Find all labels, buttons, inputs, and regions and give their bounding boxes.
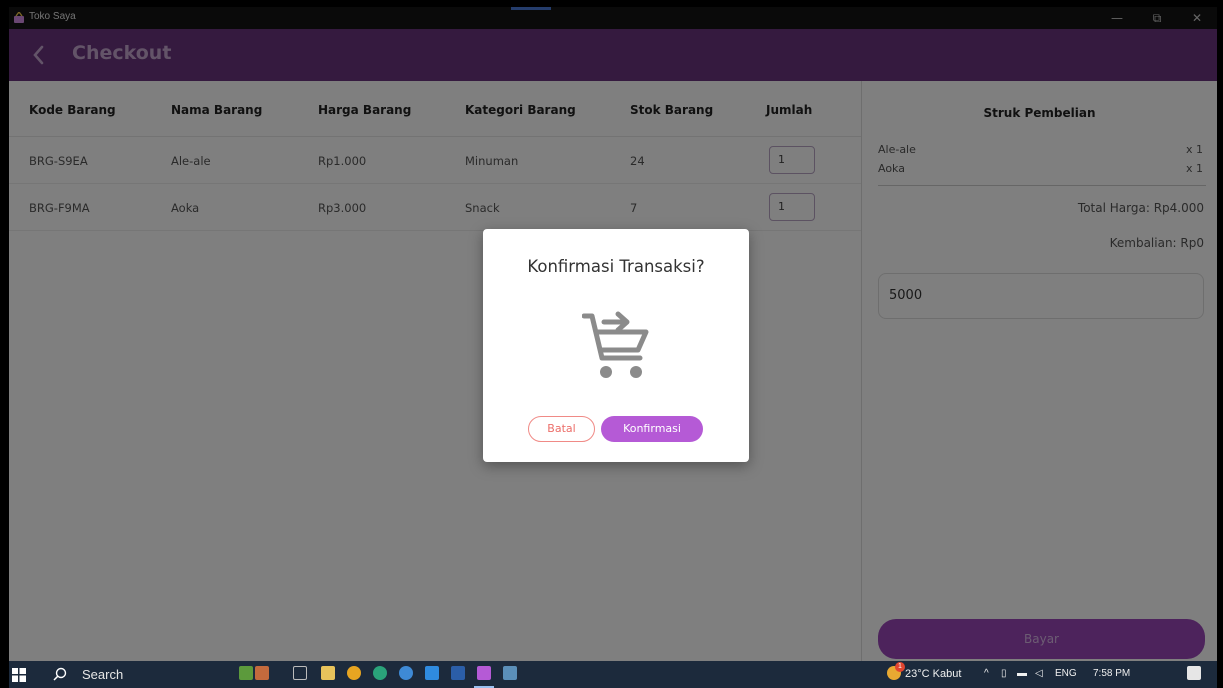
toko-saya-app-icon[interactable] — [477, 666, 491, 680]
dialog-title: Konfirmasi Transaksi? — [527, 257, 705, 276]
search-icon — [53, 667, 67, 681]
cancel-button[interactable]: Batal — [528, 416, 595, 442]
vscode-icon[interactable] — [425, 666, 439, 680]
weather-badge: 1 — [895, 662, 905, 672]
confirm-button[interactable]: Konfirmasi — [601, 416, 703, 442]
chrome-icon[interactable] — [347, 666, 361, 680]
notepad-icon[interactable] — [503, 666, 517, 680]
people-widget-icon[interactable] — [239, 666, 253, 680]
weather-text[interactable]: 23°C Kabut — [905, 668, 961, 680]
search-label: Search — [82, 667, 124, 682]
clock[interactable]: 7:58 PM — [1093, 668, 1130, 679]
language-indicator[interactable]: ENG — [1055, 668, 1077, 679]
taskbar-search[interactable]: Search — [41, 661, 231, 688]
network-icon[interactable]: ▯ — [1001, 668, 1007, 679]
chevron-up-icon[interactable]: ^ — [984, 668, 989, 679]
cart-arrow-icon — [582, 311, 649, 378]
word-icon[interactable] — [451, 666, 465, 680]
file-explorer-icon[interactable] — [321, 666, 335, 680]
windows-start-icon[interactable] — [12, 668, 26, 682]
battery-icon[interactable]: ▬ — [1017, 668, 1027, 679]
confirm-dialog: Konfirmasi Transaksi? Batal Konfirmasi — [483, 229, 749, 462]
chrome-alt-icon[interactable] — [373, 666, 387, 680]
task-view-icon[interactable] — [293, 666, 307, 680]
app-window: Toko Saya — ⧉ ✕ Checkout Kode Barang Nam… — [9, 7, 1217, 661]
store-widget-icon[interactable] — [255, 666, 269, 680]
notification-center-icon[interactable] — [1187, 666, 1201, 680]
windows-taskbar: Search 1 23°C Kabut ^ ▯ ▬ ◁ ENG 7:58 PM — [9, 661, 1217, 688]
volume-icon[interactable]: ◁ — [1035, 668, 1043, 679]
edge-icon[interactable] — [399, 666, 413, 680]
